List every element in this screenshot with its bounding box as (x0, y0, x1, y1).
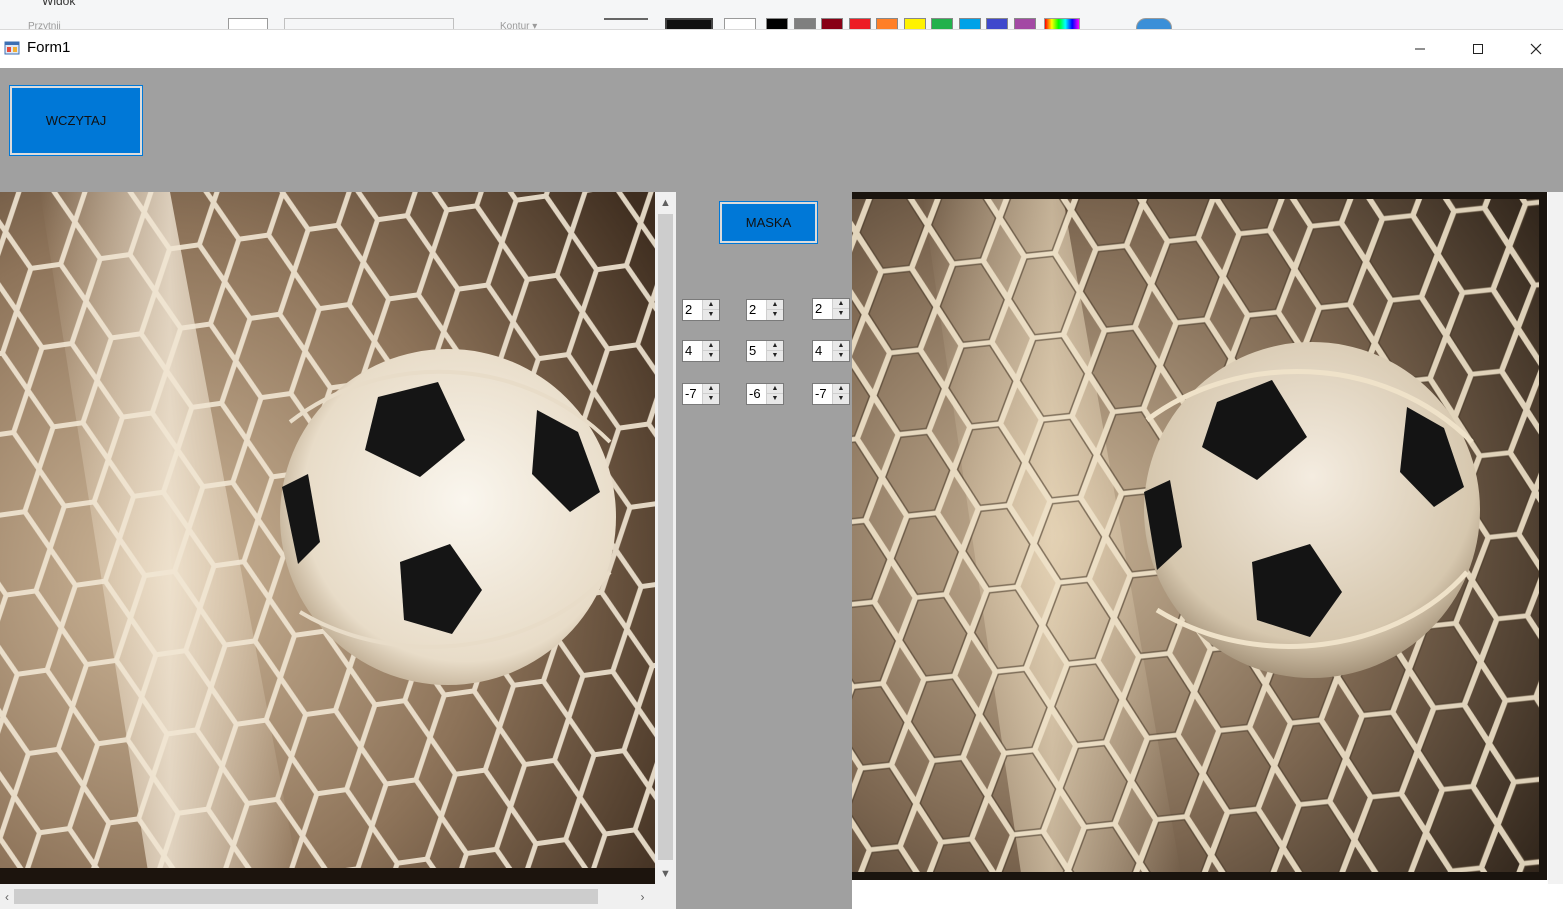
background-faded-label: Kontur ▾ (500, 21, 538, 30)
spin-down-icon[interactable]: ▼ (833, 351, 849, 361)
background-color2 (724, 18, 756, 29)
mask-value[interactable]: -7 (815, 386, 827, 401)
spin-down-icon[interactable]: ▼ (767, 351, 783, 361)
mask-value[interactable]: 5 (749, 343, 756, 358)
mask-spinner-r2c3[interactable]: 4 ▲ ▼ (812, 340, 850, 362)
result-panel-edge (1548, 192, 1563, 909)
spin-down-icon[interactable]: ▼ (703, 351, 719, 361)
source-picture (0, 192, 655, 884)
background-palette-swatch (986, 18, 1008, 29)
mask-value[interactable]: 2 (815, 301, 822, 316)
vertical-scrollbar[interactable]: ▲ ▼ (655, 192, 676, 884)
mask-spinner-r3c2[interactable]: -6 ▲ ▼ (746, 383, 784, 405)
scroll-up-icon[interactable]: ▲ (655, 192, 676, 213)
background-palette-swatch (876, 18, 898, 29)
spin-down-icon[interactable]: ▼ (767, 394, 783, 404)
background-shapes (284, 18, 454, 29)
mask-value[interactable]: 2 (749, 302, 756, 317)
mask-spinner-r1c2[interactable]: 2 ▲ ▼ (746, 299, 784, 321)
background-palette-swatch (931, 18, 953, 29)
result-picture (852, 192, 1547, 880)
horizontal-scrollbar[interactable]: ‹ › (0, 884, 655, 909)
background-palette-swatch (766, 18, 788, 29)
spin-up-icon[interactable]: ▲ (703, 341, 719, 351)
spin-up-icon[interactable]: ▲ (767, 341, 783, 351)
mask-spinner-r2c2[interactable]: 5 ▲ ▼ (746, 340, 784, 362)
spin-down-icon[interactable]: ▼ (703, 394, 719, 404)
background-palette-swatch (958, 18, 981, 29)
source-picture-panel: ▲ ▼ ‹ › (0, 192, 676, 909)
form-app-icon (4, 41, 20, 55)
spin-up-icon[interactable]: ▲ (767, 384, 783, 394)
vertical-scroll-thumb[interactable] (658, 214, 673, 860)
background-rainbow (1044, 18, 1080, 29)
form-client-area: WCZYTAJ ▲ ▼ ‹ › MASKA 2 ▲ ▼ 2 ▲ ▼ 2 ▲ ▼ … (0, 68, 1563, 909)
close-icon (1530, 43, 1542, 55)
maximize-button[interactable] (1449, 30, 1507, 68)
maximize-icon (1473, 44, 1483, 54)
background-color1 (665, 18, 713, 29)
form-window: Form1 WCZYTAJ ▲ ▼ ‹ › MASKA 2 ▲ ▼ 2 ▲ ▼ … (0, 30, 1563, 909)
spin-up-icon[interactable]: ▲ (833, 341, 849, 351)
mask-value[interactable]: -6 (749, 386, 761, 401)
load-button[interactable]: WCZYTAJ (9, 85, 143, 156)
title-bar[interactable]: Form1 (0, 30, 1563, 68)
background-tool-icon (1136, 18, 1172, 29)
scroll-left-icon[interactable]: ‹ (0, 884, 14, 909)
scroll-down-icon[interactable]: ▼ (655, 863, 676, 884)
mask-value[interactable]: -7 (685, 386, 697, 401)
mask-spinner-r2c1[interactable]: 4 ▲ ▼ (682, 340, 720, 362)
mask-value[interactable]: 4 (685, 343, 692, 358)
spin-up-icon[interactable]: ▲ (703, 384, 719, 394)
background-tab-label: Widok (42, 0, 76, 8)
background-palette-swatch (1013, 18, 1036, 29)
spin-down-icon[interactable]: ▼ (767, 310, 783, 320)
scroll-corner (655, 884, 676, 909)
background-palette-swatch (821, 18, 843, 29)
background-palette-swatch (903, 18, 926, 29)
close-button[interactable] (1507, 30, 1563, 68)
mask-button[interactable]: MASKA (719, 201, 818, 244)
mask-spinner-r1c3[interactable]: 2 ▲ ▼ (812, 298, 850, 320)
spin-down-icon[interactable]: ▼ (833, 394, 849, 404)
spin-down-icon[interactable]: ▼ (833, 309, 849, 319)
spin-up-icon[interactable]: ▲ (703, 300, 719, 310)
minimize-button[interactable] (1391, 30, 1449, 68)
background-palette-swatch (793, 18, 816, 29)
spin-up-icon[interactable]: ▲ (767, 300, 783, 310)
background-tool (228, 18, 268, 29)
mask-spinner-r3c3[interactable]: -7 ▲ ▼ (812, 383, 850, 405)
spin-down-icon[interactable]: ▼ (703, 310, 719, 320)
spin-up-icon[interactable]: ▲ (833, 384, 849, 394)
mask-value[interactable]: 2 (685, 302, 692, 317)
mask-spinner-r3c1[interactable]: -7 ▲ ▼ (682, 383, 720, 405)
result-panel-bottom (852, 884, 1563, 909)
background-app-strip: Widok Przytnij Kontur ▾ (0, 0, 1563, 30)
background-faded-label: Przytnij (28, 21, 61, 30)
window-title: Form1 (27, 39, 71, 56)
background-line-tool (604, 18, 648, 29)
mask-spinner-r1c1[interactable]: 2 ▲ ▼ (682, 299, 720, 321)
mask-value[interactable]: 4 (815, 343, 822, 358)
horizontal-scroll-thumb[interactable] (14, 889, 598, 904)
scroll-right-icon[interactable]: › (630, 884, 655, 909)
minimize-icon (1415, 48, 1425, 50)
result-picture-panel (852, 192, 1563, 909)
spin-up-icon[interactable]: ▲ (833, 299, 849, 309)
background-palette-swatch (848, 18, 871, 29)
